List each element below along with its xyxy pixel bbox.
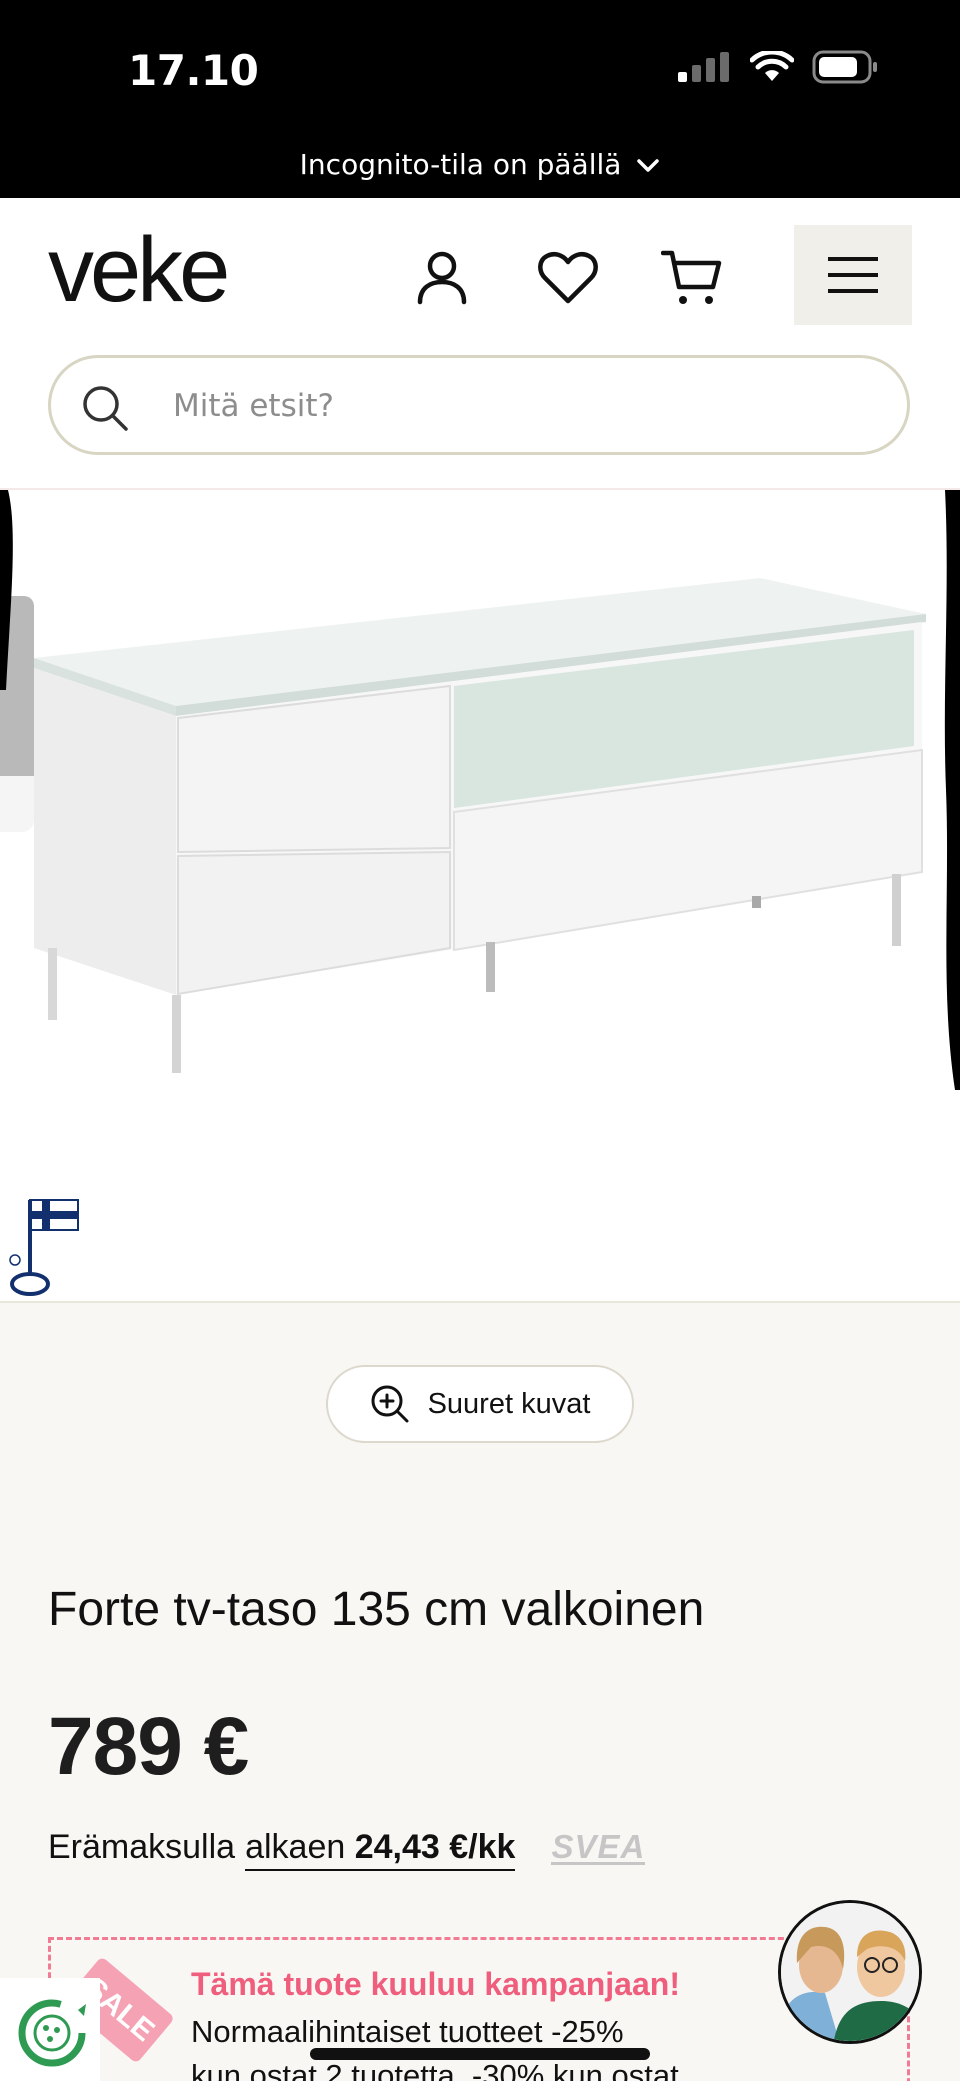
product-image[interactable] — [0, 488, 960, 1303]
cart-icon — [661, 250, 722, 304]
wishlist-button[interactable] — [536, 246, 600, 310]
eco-badge-icon — [18, 1999, 86, 2067]
support-team-avatar-icon — [781, 1903, 919, 2041]
installment-amount: 24,43 €/kk — [354, 1828, 516, 1866]
search-field[interactable]: Mitä etsit? — [48, 355, 910, 455]
status-bar: 17.10 Incognito-tila on päällä — [0, 0, 960, 198]
incognito-label: Incognito-tila on päällä — [299, 148, 622, 181]
installment-link[interactable]: alkaen 24,43 €/kk — [245, 1828, 516, 1871]
installment-link-text: alkaen — [245, 1828, 346, 1866]
heart-icon — [538, 252, 598, 304]
zoom-in-icon — [371, 1385, 409, 1423]
signal-icon — [678, 52, 729, 82]
incognito-indicator[interactable]: Incognito-tila on päällä — [0, 148, 960, 181]
svea-logo: SVEA — [551, 1828, 646, 1866]
cart-button[interactable] — [660, 246, 724, 310]
veke-logo[interactable]: veke — [48, 224, 230, 316]
account-button[interactable] — [410, 246, 474, 310]
status-icons — [676, 50, 878, 84]
menu-icon — [828, 257, 878, 293]
installment-info: Erämaksulla alkaen 24,43 €/kk SVEA — [48, 1828, 646, 1871]
chevron-down-icon — [637, 159, 660, 172]
status-time: 17.10 — [128, 46, 259, 95]
tv-stand-illustration — [0, 490, 960, 1090]
large-images-button[interactable]: Suuret kuvat — [326, 1365, 634, 1443]
wifi-icon — [750, 51, 794, 81]
search-icon — [83, 386, 128, 431]
menu-button[interactable] — [794, 225, 912, 325]
site-header: veke Mitä etsit? — [0, 198, 960, 488]
product-price: 789 € — [48, 1701, 249, 1792]
user-icon — [417, 251, 467, 305]
campaign-title: Tämä tuote kuuluu kampanjaan! — [191, 1966, 680, 2002]
product-title: Forte tv-taso 135 cm valkoinen — [48, 1583, 705, 1636]
campaign-line-2: kun ostat 2 tuotetta, -30% kun ostat — [191, 2058, 679, 2081]
home-indicator[interactable] — [310, 2048, 650, 2060]
battery-icon — [812, 50, 877, 84]
large-images-label: Suuret kuvat — [427, 1387, 591, 1420]
search-placeholder: Mitä etsit? — [173, 388, 334, 424]
campaign-line-1: Normaalihintaiset tuotteet -25% — [191, 2014, 624, 2049]
finnish-key-flag-icon — [9, 1199, 79, 1296]
eco-badge[interactable] — [0, 1978, 100, 2081]
chat-support-button[interactable] — [778, 1900, 922, 2044]
installment-prefix: Erämaksulla — [48, 1828, 236, 1866]
